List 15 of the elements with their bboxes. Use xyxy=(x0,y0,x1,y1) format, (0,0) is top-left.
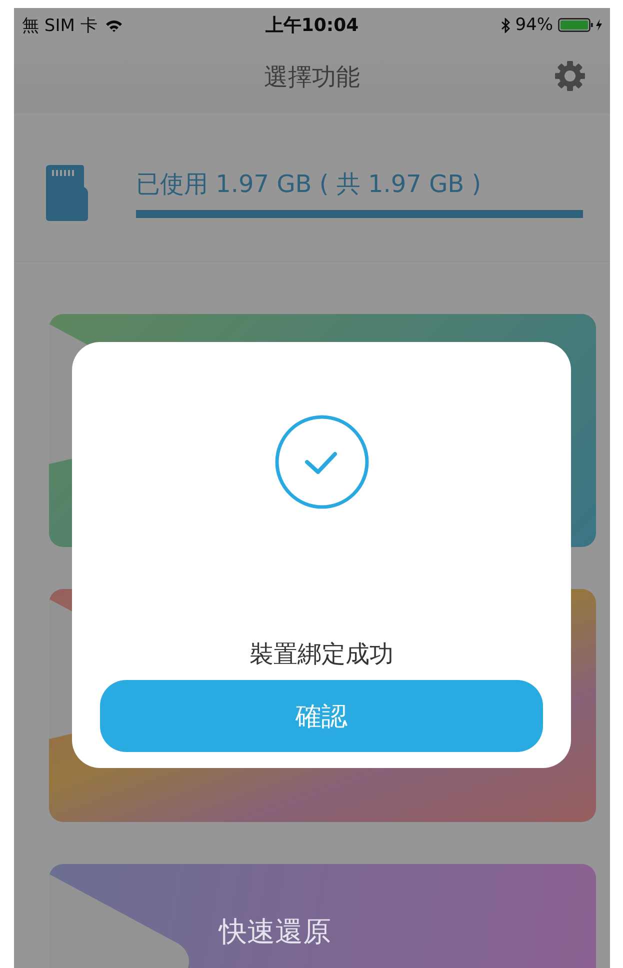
memory-card-icon xyxy=(46,165,88,221)
bluetooth-icon xyxy=(501,18,510,32)
card-title: 快速還原 xyxy=(219,916,331,948)
check-circle-icon xyxy=(274,414,370,510)
clock-text: 上午10:04 xyxy=(265,14,359,37)
carrier-text: 無 SIM 卡 xyxy=(22,14,98,36)
battery-percent-text: 94% xyxy=(515,15,553,35)
confirm-button[interactable]: 確認 xyxy=(100,680,543,752)
wifi-icon xyxy=(105,18,124,32)
dialog-message: 裝置綁定成功 xyxy=(250,639,394,670)
battery-charging-icon xyxy=(558,17,604,33)
screen-title: 選擇功能 xyxy=(264,62,360,93)
function-card[interactable]: 快速還原 xyxy=(49,864,596,968)
settings-icon[interactable] xyxy=(552,58,588,94)
storage-usage-text: 已使用 1.97 GB ( 共 1.97 GB ) xyxy=(136,169,482,200)
